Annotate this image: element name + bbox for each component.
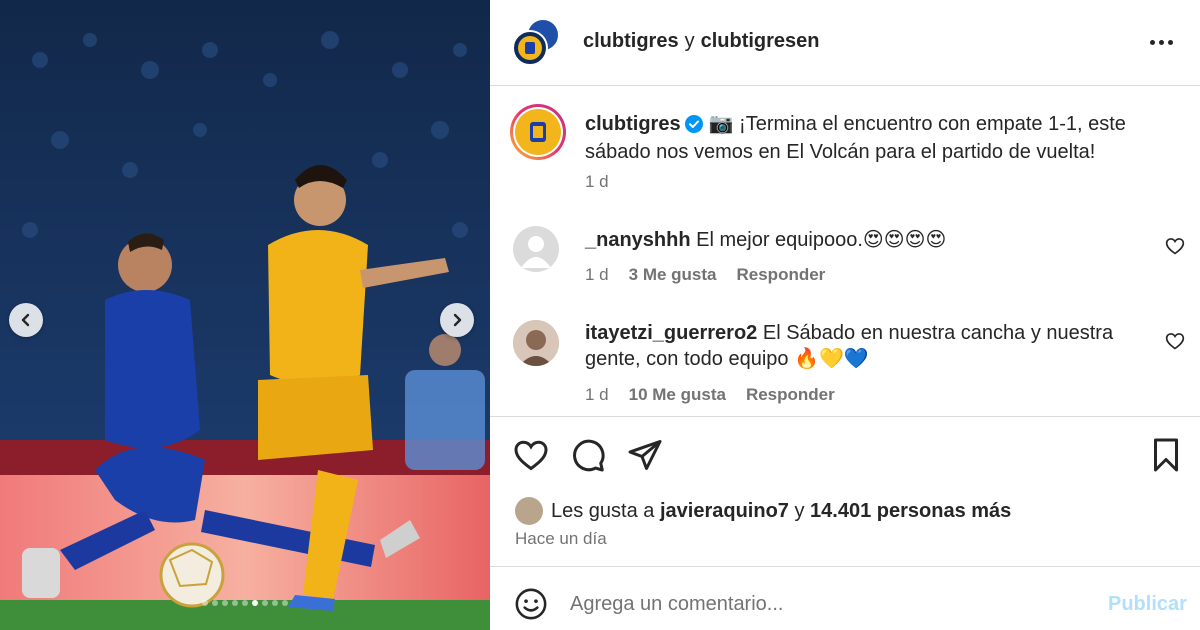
likes-summary: Les gusta a javieraquino7 y 14.401 perso… <box>515 497 1011 525</box>
username-link[interactable]: _nanyshhh <box>585 229 691 251</box>
carousel-dot <box>252 600 258 606</box>
comment-meta: 1 d 3 Me gusta Responder <box>585 265 825 285</box>
comment-input[interactable] <box>570 585 1090 623</box>
post-details-panel: clubtigres y clubtigresen clubtigres 📷 ¡Ter… <box>490 0 1200 630</box>
user-photo-icon <box>513 320 559 366</box>
carousel-dot <box>242 600 248 606</box>
emoji-icon[interactable] <box>514 587 548 621</box>
likes-prefix: Les gusta a <box>551 499 655 522</box>
like-comment-heart-icon[interactable] <box>1165 236 1185 256</box>
carousel-dot <box>272 600 278 606</box>
more-options-icon[interactable] <box>1150 32 1176 52</box>
publish-button[interactable]: Publicar <box>1108 593 1187 616</box>
carousel-dots <box>0 600 490 606</box>
reply-button[interactable]: Responder <box>746 385 835 405</box>
liker-username[interactable]: javieraquino7 <box>660 500 789 523</box>
post-actions: Les gusta a javieraquino7 y 14.401 perso… <box>490 416 1200 566</box>
post-media[interactable] <box>0 0 490 630</box>
carousel-next-button[interactable] <box>440 303 474 337</box>
joiner-text: y <box>684 30 695 52</box>
avatar[interactable] <box>513 226 559 272</box>
chevron-left-icon <box>21 313 30 327</box>
comment-meta: 1 d 10 Me gusta Responder <box>585 385 835 405</box>
likes-count[interactable]: 14.401 personas más <box>810 500 1011 523</box>
comment-likes[interactable]: 10 Me gusta <box>629 385 726 405</box>
carousel-prev-button[interactable] <box>9 303 43 337</box>
avatar[interactable] <box>512 30 548 66</box>
username-link[interactable]: itayetzi_guerrero2 <box>585 322 757 344</box>
carousel-dot <box>232 600 238 606</box>
username-link[interactable]: clubtigres <box>583 30 679 52</box>
save-bookmark-icon[interactable] <box>1148 437 1184 473</box>
share-icon[interactable] <box>627 437 663 473</box>
username-link[interactable]: clubtigresen <box>701 30 820 52</box>
collab-usernames: clubtigres y clubtigresen <box>583 30 820 53</box>
likes-joiner: y <box>794 499 805 522</box>
comment-time[interactable]: 1 d <box>585 385 609 405</box>
like-comment-heart-icon[interactable] <box>1165 331 1185 351</box>
like-heart-icon[interactable] <box>513 437 549 473</box>
carousel-dot <box>262 600 268 606</box>
post-timestamp[interactable]: Hace un día <box>515 529 607 549</box>
username-link[interactable]: clubtigres <box>585 113 681 135</box>
avatar[interactable] <box>513 320 559 366</box>
add-comment-bar: Publicar <box>490 566 1200 630</box>
tigres-logo-icon <box>518 36 542 60</box>
comment-item: _nanyshhh El mejor equipooo.😍😍😍😍 <box>585 227 1145 253</box>
carousel-dot <box>202 600 208 606</box>
comment-text: El mejor equipooo.😍😍😍😍 <box>696 229 947 251</box>
carousel-dot <box>212 600 218 606</box>
caption-time[interactable]: 1 d <box>585 172 609 192</box>
comment-item: itayetzi_guerrero2 El Sábado en nuestra … <box>585 320 1145 372</box>
verified-badge-icon <box>684 115 703 133</box>
carousel-dot <box>222 600 228 606</box>
tigres-logo-icon <box>530 122 546 142</box>
comment-time[interactable]: 1 d <box>585 265 609 285</box>
comment-icon[interactable] <box>570 437 606 473</box>
post-photo <box>0 0 490 630</box>
post-caption: clubtigres 📷 ¡Termina el encuentro con em… <box>585 110 1145 166</box>
avatar[interactable] <box>510 104 566 160</box>
post-header: clubtigres y clubtigresen <box>490 0 1200 86</box>
reply-button[interactable]: Responder <box>737 265 826 285</box>
avatar[interactable] <box>515 497 543 525</box>
default-avatar-icon <box>521 236 551 268</box>
carousel-dot <box>282 600 288 606</box>
comment-likes[interactable]: 3 Me gusta <box>629 265 717 285</box>
chevron-right-icon <box>453 313 462 327</box>
